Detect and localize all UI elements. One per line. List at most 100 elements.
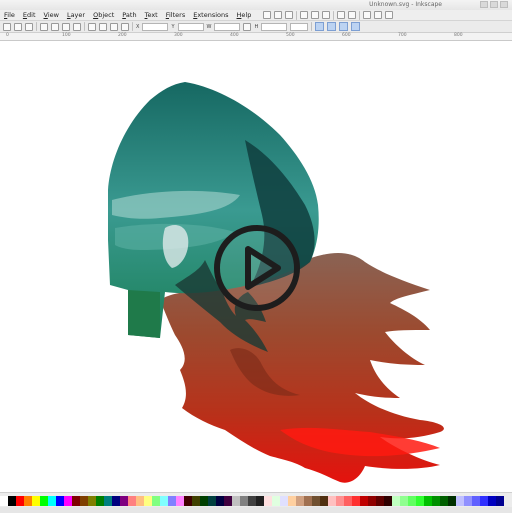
- flip-vertical-icon[interactable]: [73, 22, 81, 31]
- color-swatch[interactable]: [144, 496, 152, 506]
- color-swatch[interactable]: [488, 496, 496, 506]
- redo-icon[interactable]: [348, 11, 357, 19]
- color-swatch[interactable]: [448, 496, 456, 506]
- color-swatch[interactable]: [392, 496, 400, 506]
- color-swatch[interactable]: [8, 496, 16, 506]
- color-swatch[interactable]: [336, 496, 344, 506]
- zoom-drawing-icon[interactable]: [374, 11, 383, 19]
- menu-file[interactable]: File: [0, 11, 19, 19]
- move-patterns-toggle-icon[interactable]: [351, 22, 361, 31]
- lower-icon[interactable]: [110, 22, 118, 31]
- color-swatch[interactable]: [216, 496, 224, 506]
- color-swatch[interactable]: [120, 496, 128, 506]
- color-swatch[interactable]: [376, 496, 384, 506]
- color-swatch[interactable]: [440, 496, 448, 506]
- color-swatch[interactable]: [16, 496, 24, 506]
- select-all-icon[interactable]: [3, 22, 11, 31]
- select-all-layers-icon[interactable]: [14, 22, 22, 31]
- color-swatch[interactable]: [384, 496, 392, 506]
- menu-view[interactable]: View: [40, 11, 63, 19]
- color-swatch[interactable]: [32, 496, 40, 506]
- x-field[interactable]: [142, 22, 169, 31]
- y-field[interactable]: [177, 22, 204, 31]
- color-swatch[interactable]: [232, 496, 240, 506]
- play-icon[interactable]: [212, 223, 302, 313]
- color-swatch[interactable]: [128, 496, 136, 506]
- color-swatch[interactable]: [288, 496, 296, 506]
- color-swatch[interactable]: [240, 496, 248, 506]
- zoom-fit-icon[interactable]: [363, 11, 372, 19]
- deselect-icon[interactable]: [25, 22, 33, 31]
- color-swatch[interactable]: [328, 496, 336, 506]
- close-icon[interactable]: [500, 1, 508, 8]
- color-swatch[interactable]: [264, 496, 272, 506]
- units-select[interactable]: [290, 22, 309, 31]
- color-swatch[interactable]: [96, 496, 104, 506]
- flip-horizontal-icon[interactable]: [62, 22, 70, 31]
- color-swatch[interactable]: [352, 496, 360, 506]
- color-swatch[interactable]: [296, 496, 304, 506]
- color-swatch[interactable]: [416, 496, 424, 506]
- lower-to-bottom-icon[interactable]: [121, 22, 129, 31]
- h-field[interactable]: [261, 22, 288, 31]
- export-icon[interactable]: [322, 11, 331, 19]
- move-gradients-toggle-icon[interactable]: [339, 22, 349, 31]
- color-swatch[interactable]: [432, 496, 440, 506]
- color-swatch[interactable]: [192, 496, 200, 506]
- color-swatch[interactable]: [152, 496, 160, 506]
- color-swatch[interactable]: [456, 496, 464, 506]
- color-swatch[interactable]: [176, 496, 184, 506]
- print-icon[interactable]: [300, 11, 309, 19]
- color-swatch[interactable]: [272, 496, 280, 506]
- undo-icon[interactable]: [337, 11, 346, 19]
- color-swatch[interactable]: [104, 496, 112, 506]
- color-swatch[interactable]: [200, 496, 208, 506]
- color-swatch[interactable]: [280, 496, 288, 506]
- color-swatch[interactable]: [48, 496, 56, 506]
- save-icon[interactable]: [285, 11, 294, 19]
- color-swatch[interactable]: [64, 496, 72, 506]
- zoom-page-icon[interactable]: [385, 11, 394, 19]
- color-swatch[interactable]: [464, 496, 472, 506]
- drawing-canvas[interactable]: [0, 41, 512, 492]
- color-swatch[interactable]: [248, 496, 256, 506]
- open-icon[interactable]: [274, 11, 283, 19]
- scale-stroke-toggle-icon[interactable]: [315, 22, 325, 31]
- menu-help[interactable]: Help: [233, 11, 256, 19]
- menu-path[interactable]: Path: [118, 11, 140, 19]
- color-swatch[interactable]: [344, 496, 352, 506]
- color-swatch[interactable]: [184, 496, 192, 506]
- w-field[interactable]: [214, 22, 241, 31]
- maximize-icon[interactable]: [490, 1, 498, 8]
- color-swatch[interactable]: [400, 496, 408, 506]
- color-swatch[interactable]: [472, 496, 480, 506]
- scale-corners-toggle-icon[interactable]: [327, 22, 337, 31]
- menu-extensions[interactable]: Extensions: [189, 11, 232, 19]
- color-swatch[interactable]: [496, 496, 504, 506]
- color-swatch[interactable]: [208, 496, 216, 506]
- raise-icon[interactable]: [99, 22, 107, 31]
- color-swatch[interactable]: [480, 496, 488, 506]
- color-swatch[interactable]: [40, 496, 48, 506]
- color-swatch[interactable]: [72, 496, 80, 506]
- rotate-cw-icon[interactable]: [51, 22, 59, 31]
- color-swatch[interactable]: [80, 496, 88, 506]
- new-document-icon[interactable]: [263, 11, 272, 19]
- import-icon[interactable]: [311, 11, 320, 19]
- color-swatch[interactable]: [24, 496, 32, 506]
- color-swatch[interactable]: [160, 496, 168, 506]
- color-swatch[interactable]: [320, 496, 328, 506]
- color-swatch[interactable]: [368, 496, 376, 506]
- color-swatch[interactable]: [360, 496, 368, 506]
- color-swatch[interactable]: [424, 496, 432, 506]
- minimize-icon[interactable]: [480, 1, 488, 8]
- color-swatch[interactable]: [168, 496, 176, 506]
- color-swatch[interactable]: [408, 496, 416, 506]
- raise-to-top-icon[interactable]: [88, 22, 96, 31]
- menu-text[interactable]: Text: [141, 11, 162, 19]
- menu-layer[interactable]: Layer: [63, 11, 89, 19]
- color-swatch[interactable]: [112, 496, 120, 506]
- color-swatch[interactable]: [256, 496, 264, 506]
- color-swatch[interactable]: [56, 496, 64, 506]
- color-swatch[interactable]: [304, 496, 312, 506]
